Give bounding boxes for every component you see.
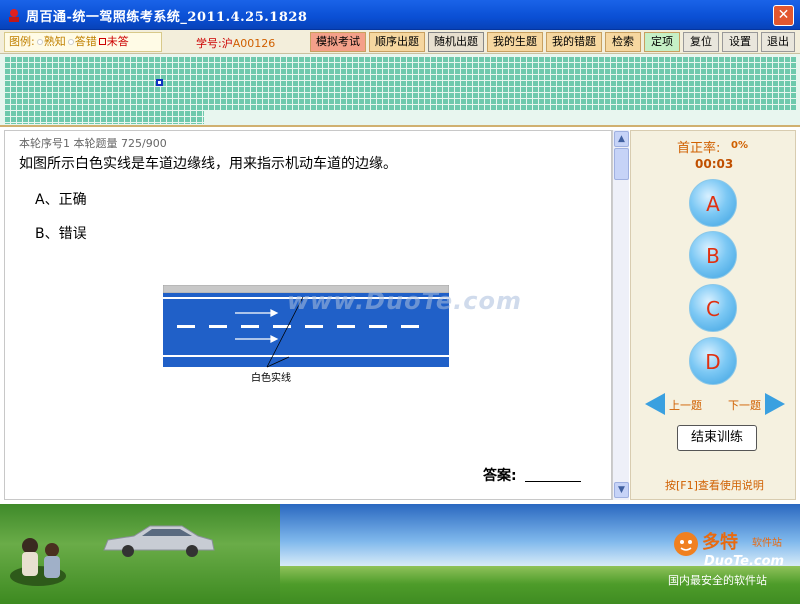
scroll-up-icon[interactable]: ▲ [614,131,629,147]
duote-logo-sub: 软件站 [752,538,782,549]
legend-prefix: 图例: [9,35,35,48]
student-id: 学号:沪A00126 [196,35,275,51]
search-button[interactable]: 检索 [605,32,641,52]
duote-logo-icon [674,532,698,556]
scroll-down-icon[interactable]: ▼ [614,482,629,498]
timer: 00:03 [695,157,734,171]
legend-wrong: 答错 [74,35,97,48]
legend-unanswered: 未答 [106,35,129,48]
legend-unanswered-icon [98,38,106,45]
answer-c-button[interactable]: C [689,284,737,332]
close-button[interactable]: ✕ [773,5,794,26]
duote-slogan: 国内最安全的软件站 [668,574,767,587]
end-training-button[interactable]: 结束训练 [677,425,757,451]
question-meta: 本轮序号1 本轮题量 725/900 [19,137,167,150]
next-question-button[interactable]: 下一题 [728,397,761,413]
figure-label: 白色实线 [251,373,291,384]
grid-empty-area [204,110,796,124]
fixed-button[interactable]: 定项 [644,32,680,52]
exit-button[interactable]: 退出 [761,32,795,52]
student-id-label: 学号:沪 [196,37,233,50]
legend: 图例: 熟知 答错 未答 [4,32,162,52]
next-arrow-icon[interactable] [765,393,785,415]
legend-wrong-icon [67,38,74,45]
duote-url: DuoTe.com [704,554,785,569]
legend-known: 熟知 [43,35,66,48]
duote-logo: 多特 [702,532,738,553]
answer-d-button[interactable]: D [689,337,737,385]
people-illustration [10,538,66,586]
student-id-number: A00126 [232,37,276,50]
prev-question-button[interactable]: 上一题 [669,397,702,413]
answer-b-button[interactable]: B [689,231,737,279]
help-hint: 按[F1]查看使用说明 [665,479,764,492]
sequential-button[interactable]: 顺序出题 [369,32,425,52]
car-illustration [103,525,215,557]
answer-label: 答案: [483,468,517,484]
watermark: www.DuoTe.com [287,287,522,315]
answer-a-button[interactable]: A [689,179,737,227]
settings-button[interactable]: 设置 [722,32,758,52]
answer-panel: 首正率: 0% 00:03 A B C D 上一题 下一题 结束训练 按[F1]… [630,130,796,500]
question-grid[interactable] [0,54,800,127]
app-icon [9,9,19,22]
legend-known-icon [36,38,43,45]
my-wrong-button[interactable]: 我的错题 [546,32,602,52]
option-a[interactable]: A、正确 [35,189,87,209]
my-new-button[interactable]: 我的生题 [487,32,543,52]
answer-line [525,481,581,482]
mock-exam-button[interactable]: 模拟考试 [310,32,366,52]
current-question-cell[interactable] [156,79,163,86]
prev-arrow-icon[interactable] [645,393,665,415]
option-b[interactable]: B、错误 [35,223,87,243]
question-nav: 上一题 下一题 [645,393,785,415]
toolbar: 图例: 熟知 答错 未答 学号:沪A00126 模拟考试 顺序出题 随机出题 我的生题… [0,30,800,54]
accuracy-value: 0% [731,140,748,151]
window-title: 周百通-统一驾照练考系统_2011.4.25.1828 [26,10,308,25]
accuracy-label: 首正率: [677,141,721,156]
question-scrollbar[interactable]: ▲ ▼ [612,130,629,500]
reset-button[interactable]: 复位 [683,32,719,52]
question-pane: 本轮序号1 本轮题量 725/900 如图所示白色实线是车道边缘线，用来指示机动… [4,130,612,500]
question-text: 如图所示白色实线是车道边缘线，用来指示机动车道的边缘。 [19,156,397,172]
scroll-thumb[interactable] [614,148,629,180]
title-bar: 周百通-统一驾照练考系统_2011.4.25.1828 ✕ [0,0,800,30]
random-button[interactable]: 随机出题 [428,32,484,52]
